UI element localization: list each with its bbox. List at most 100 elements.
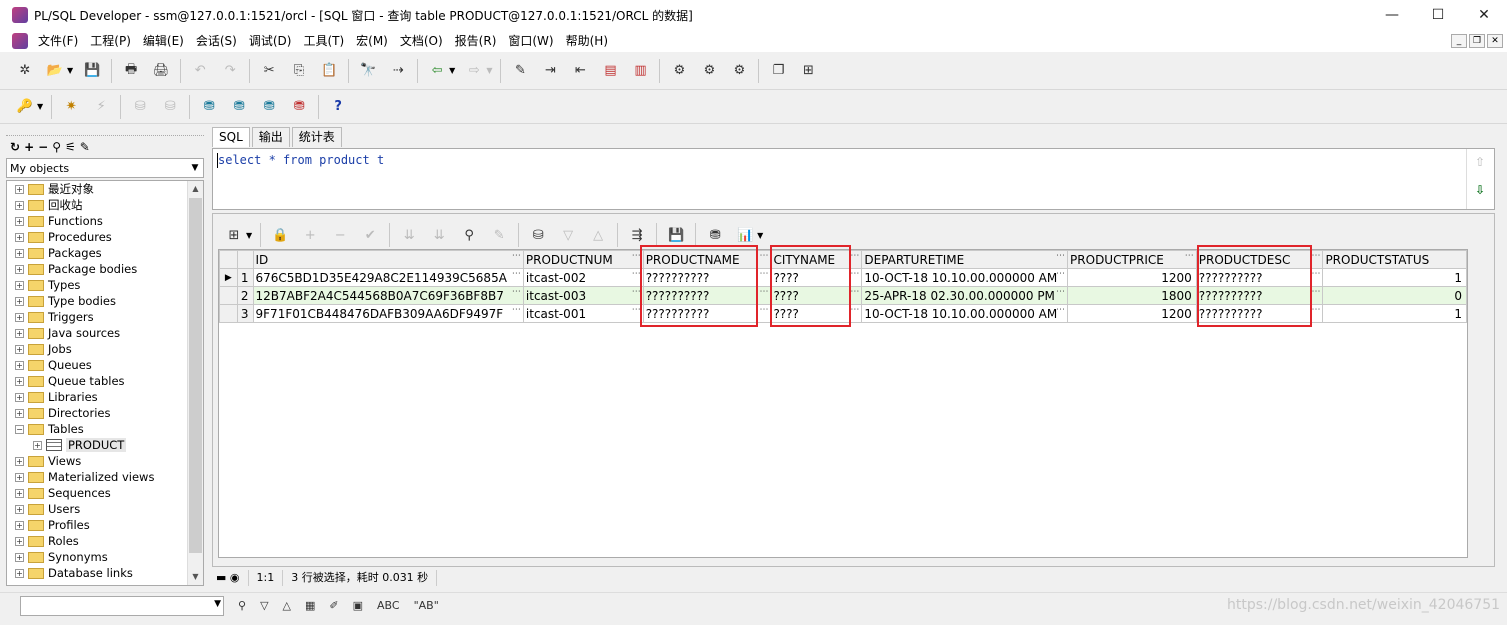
explain-plan-icon[interactable]: ⚙ [698, 60, 720, 82]
cell-cityname[interactable]: ???? ⋯ [770, 304, 863, 323]
find-input[interactable]: ▼ [20, 595, 224, 616]
tab-statistics[interactable]: 统计表 [291, 127, 342, 147]
expand-icon[interactable]: + [15, 552, 24, 562]
cell-dots-icon[interactable]: ⋯ [632, 288, 641, 298]
cell-productstatus[interactable]: 1 [1322, 304, 1467, 323]
cell-dots-icon[interactable]: ⋯ [1056, 306, 1065, 316]
table-row[interactable]: 2 12B7ABF2A4C544568B0A7C69F36BF8B7 ⋯ itcast… [219, 286, 1467, 305]
menu-session[interactable]: 会话(S) [190, 30, 243, 52]
tree-node[interactable]: + Procedures [7, 229, 203, 245]
redo-icon[interactable]: ↷ [219, 60, 241, 82]
row-indicator-icon[interactable]: ▶ [219, 268, 238, 287]
add-icon[interactable]: + [24, 140, 34, 154]
tree-node[interactable]: + Types [7, 277, 203, 293]
expand-icon[interactable]: + [15, 456, 24, 466]
tree-node[interactable]: + Profiles [7, 517, 203, 533]
find-binoculars-icon[interactable]: ⚲ [238, 599, 246, 612]
key-icon[interactable]: 🔑 [14, 96, 36, 118]
cell-productnum[interactable]: itcast-002 ⋯ [522, 268, 644, 287]
column-header[interactable]: ID ⋯ [252, 250, 524, 269]
cell-productname[interactable]: ?????????? ⋯ [642, 268, 772, 287]
arrow-up-icon[interactable]: ⇧ [1475, 155, 1485, 169]
cell-dots-icon[interactable]: ⋯ [1056, 270, 1065, 280]
menu-debug[interactable]: 调试(D) [243, 30, 298, 52]
cell-id[interactable]: 676C5BD1D35E429A8C2E114939C5685A ⋯ [252, 268, 524, 287]
sort-desc-icon[interactable]: ▽ [557, 224, 579, 246]
help-icon[interactable]: ? [327, 96, 349, 118]
column-header[interactable]: PRODUCTPRICE ⋯ [1067, 250, 1197, 269]
menu-project[interactable]: 工程(P) [84, 30, 137, 52]
table-row[interactable]: 3 9F71F01CB448476DAFB309AA6DF9497F ⋯ itcast… [219, 304, 1467, 323]
column-header[interactable]: DEPARTURETIME ⋯ [861, 250, 1069, 269]
unindent-icon[interactable]: ⇤ [569, 60, 591, 82]
expand-icon[interactable]: + [15, 504, 24, 514]
chevron-down-icon[interactable]: ▼ [187, 163, 203, 173]
cell-productprice[interactable]: 1200 [1067, 268, 1197, 287]
expand-icon[interactable]: + [15, 200, 24, 210]
highlight-icon[interactable]: ▦ [305, 599, 315, 612]
cell-dots-icon[interactable]: ⋯ [1311, 306, 1320, 316]
find-next-icon[interactable]: ⇢ [387, 60, 409, 82]
table-row[interactable]: ▶ 1 676C5BD1D35E429A8C2E114939C5685A ⋯ itcas… [219, 268, 1467, 287]
clear-icon[interactable]: ✎ [488, 224, 510, 246]
arrow-down-icon[interactable]: ⇩ [1475, 183, 1485, 197]
print-preview-icon[interactable]: 🖨 [150, 60, 172, 82]
tree-node[interactable]: + Libraries [7, 389, 203, 405]
tab-output[interactable]: 输出 [251, 127, 290, 147]
column-dots-icon[interactable]: ⋯ [1311, 252, 1320, 262]
grid-view-icon[interactable]: ⊞ [223, 224, 245, 246]
cell-productdesc[interactable]: ?????????? ⋯ [1195, 268, 1324, 287]
tree-node[interactable]: + Package bodies [7, 261, 203, 277]
indent-icon[interactable]: ⇥ [539, 60, 561, 82]
cell-dots-icon[interactable]: ⋯ [512, 270, 521, 280]
tree-node[interactable]: + Functions [7, 213, 203, 229]
column-dots-icon[interactable]: ⋯ [1185, 252, 1194, 262]
lock-icon[interactable]: 🔒 [269, 224, 291, 246]
cell-departuretime[interactable]: 25-APR-18 02.30.00.000000 PM ⋯ [861, 286, 1069, 305]
cell-dots-icon[interactable]: ⋯ [759, 270, 768, 280]
tree-node[interactable]: − Tables [7, 421, 203, 437]
tree-node[interactable]: + Database links [7, 565, 203, 581]
forward-dropdown-icon[interactable]: ▼ [486, 66, 492, 75]
expand-icon[interactable]: + [15, 232, 24, 242]
maximize-button[interactable]: ☐ [1415, 0, 1461, 30]
grid-view-dropdown-icon[interactable]: ▼ [246, 231, 252, 240]
session-icon[interactable]: ⛃ [198, 96, 220, 118]
comment-icon[interactable]: ▤ [599, 60, 621, 82]
execute-gear-icon[interactable]: ✷ [60, 96, 82, 118]
execute-icon[interactable]: ⚙ [668, 60, 690, 82]
cut-icon[interactable]: ✂ [258, 60, 280, 82]
tree-node[interactable]: + Queue tables [7, 373, 203, 389]
print-icon[interactable]: 🖶 [120, 60, 142, 82]
expand-icon[interactable]: + [15, 392, 24, 402]
commit-icon[interactable]: ⛁ [129, 96, 151, 118]
sql-editor[interactable]: select * from product t ⇧ ⇩ [212, 148, 1495, 210]
expand-icon[interactable]: + [15, 296, 24, 306]
paste-icon[interactable]: 📋 [318, 60, 340, 82]
tree-node[interactable]: + Type bodies [7, 293, 203, 309]
cell-productname[interactable]: ?????????? ⋯ [642, 304, 772, 323]
last-page-icon[interactable]: ⇊ [428, 224, 450, 246]
tree-node[interactable]: + Users [7, 501, 203, 517]
cell-id[interactable]: 12B7ABF2A4C544568B0A7C69F36BF8B7 ⋯ [252, 286, 524, 305]
column-dots-icon[interactable]: ⋯ [759, 252, 768, 262]
cell-dots-icon[interactable]: ⋯ [759, 306, 768, 316]
tree-scrollbar[interactable]: ▲ ▼ [187, 181, 203, 585]
expand-icon[interactable]: + [15, 520, 24, 530]
scroll-thumb[interactable] [189, 198, 202, 553]
clear-highlight-icon[interactable]: ✐ [329, 599, 338, 612]
step-icon[interactable]: ⚙ [728, 60, 750, 82]
tree-node[interactable]: + 最近对象 [7, 181, 203, 197]
open-folder-icon[interactable]: 📂 [44, 60, 66, 82]
result-grid[interactable]: ID ⋯ PRODUCTNUM ⋯ PRODUCTNAME ⋯ CITYNAME ⋯ DEPAR… [218, 245, 1468, 558]
tree-node[interactable]: + Queues [7, 357, 203, 373]
expand-icon[interactable]: + [15, 264, 24, 274]
cell-dots-icon[interactable]: ⋯ [850, 306, 859, 316]
chart-icon[interactable]: 📊 [734, 224, 756, 246]
cell-id[interactable]: 9F71F01CB448476DAFB309AA6DF9497F ⋯ [252, 304, 524, 323]
menu-documents[interactable]: 文档(O) [394, 30, 449, 52]
objects-filter-select[interactable]: My objects ▼ [6, 158, 204, 178]
cell-productstatus[interactable]: 0 [1322, 286, 1467, 305]
mdi-minimize-button[interactable]: _ [1451, 34, 1467, 48]
column-dots-icon[interactable]: ⋯ [850, 252, 859, 262]
